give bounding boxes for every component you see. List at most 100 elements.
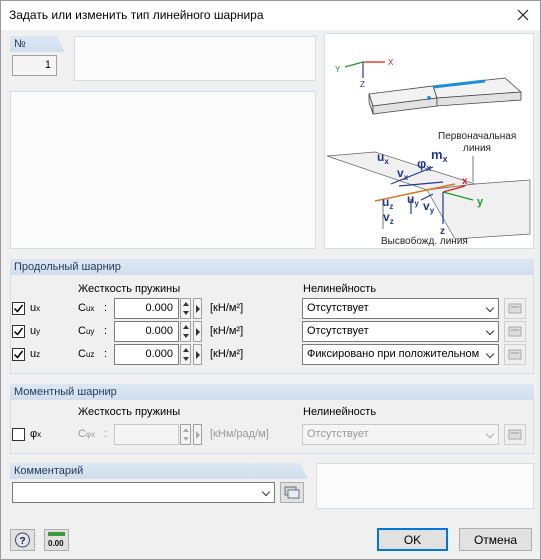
checkbox-uz[interactable]	[12, 348, 25, 361]
units-icon: 0.00	[48, 532, 65, 548]
chevron-down-icon	[485, 326, 495, 336]
coef-cux: Cux	[78, 302, 95, 314]
help-button[interactable]: ?	[10, 529, 35, 551]
unit-cphix: [кНм/рад/м]	[210, 428, 269, 440]
unit-cux: [кН/м²]	[210, 302, 244, 314]
comment-header: Комментарий	[10, 463, 308, 479]
number-label: №	[14, 38, 26, 50]
vz-sub: z	[390, 217, 394, 226]
svg-text:mx: mx	[431, 147, 448, 164]
number-field[interactable]: 1	[12, 55, 57, 76]
comment-side-area	[316, 463, 534, 509]
moment-header: Моментный шарнир	[10, 384, 534, 400]
vx-sub: x	[404, 173, 409, 182]
label-uz: uz	[30, 348, 41, 360]
stiffness-cphix-input[interactable]	[114, 424, 179, 445]
library-icon	[284, 486, 300, 499]
check-icon	[13, 350, 24, 359]
stiffness-cux-arrow[interactable]	[193, 298, 202, 319]
stiffness-cux-input[interactable]: 0.000	[114, 298, 179, 319]
nonlinearity-phix-select[interactable]: Отсутствует	[302, 424, 499, 445]
global-z-label: Z	[360, 80, 365, 89]
edit-nonlinearity-phix-button[interactable]	[504, 424, 526, 445]
longitudinal-title: Продольный шарнир	[14, 261, 121, 273]
edit-nonlinearity-uz-button[interactable]	[504, 344, 526, 365]
stiffness-cuy-spinner[interactable]	[180, 321, 191, 342]
comment-library-button[interactable]	[280, 482, 304, 503]
stiffness-cuz-spinner[interactable]	[180, 344, 191, 365]
comment-title: Комментарий	[14, 465, 84, 477]
stiffness-cuz-input[interactable]: 0.000	[114, 344, 179, 365]
stiffness-cphix-arrow[interactable]	[193, 424, 202, 445]
svg-text:vz: vz	[383, 210, 394, 226]
stiffness-cphix-spinner[interactable]	[180, 424, 191, 445]
uz-label: u	[382, 195, 389, 209]
window-title: Задать или изменить тип линейного шарнир…	[9, 8, 264, 22]
coef-cuy: Cuy	[78, 325, 95, 337]
close-icon[interactable]	[512, 4, 534, 26]
checkbox-ux[interactable]	[12, 302, 25, 315]
name-area	[74, 36, 316, 81]
checkbox-uy[interactable]	[12, 325, 25, 338]
chevron-down-icon	[485, 303, 495, 313]
released-line-label: Высвобожд. линия	[381, 235, 468, 247]
chevron-down-icon	[485, 429, 495, 439]
chevron-down-icon	[485, 349, 495, 359]
nonlinearity-uy-select[interactable]: Отсутствует	[302, 321, 499, 342]
nonlinearity-ux-select[interactable]: Отсутствует	[302, 298, 499, 319]
colon: :	[104, 325, 108, 337]
colon: :	[104, 302, 108, 314]
longitudinal-header: Продольный шарнир	[10, 259, 534, 275]
cancel-button[interactable]: Отмена	[459, 528, 532, 551]
coef-cuz: Cuz	[78, 348, 95, 360]
global-y-axis	[344, 61, 364, 68]
svg-text:ux: ux	[377, 150, 389, 166]
uz-sub: z	[389, 202, 393, 211]
checkbox-phix[interactable]	[12, 428, 25, 441]
svg-text:vy: vy	[423, 199, 435, 215]
label-phix: φx	[30, 428, 42, 440]
nonlinearity-uz-select[interactable]: Фиксировано при положительном	[302, 344, 499, 365]
unit-cuz: [кН/м²]	[210, 348, 244, 360]
svg-text:?: ?	[20, 536, 26, 547]
description-area	[10, 91, 316, 249]
title-bar: Задать или изменить тип линейного шарнир…	[1, 1, 540, 30]
stiffness-cuy-arrow[interactable]	[193, 321, 202, 342]
label-uy: uy	[30, 325, 41, 337]
initial-line-label-2: линия	[463, 143, 491, 154]
check-icon	[13, 304, 24, 313]
phix-label: φ	[417, 156, 426, 171]
stiffness-cuz-arrow[interactable]	[193, 344, 202, 365]
initial-line-label: Первоначальная	[438, 131, 516, 142]
colon: :	[104, 348, 108, 360]
edit-dialog-icon	[508, 326, 522, 337]
local-z-label: z	[440, 226, 445, 237]
vy-sub: y	[430, 206, 435, 215]
chevron-down-icon	[261, 487, 271, 497]
moment-title: Моментный шарнир	[14, 386, 117, 398]
edit-dialog-icon	[508, 349, 522, 360]
nonlinearity-header: Нелинейность	[303, 283, 377, 295]
ux-label: u	[377, 150, 384, 164]
label-ux: ux	[30, 302, 41, 314]
svg-text:φx: φx	[417, 156, 431, 173]
uy-label: u	[407, 192, 414, 206]
comment-select[interactable]	[12, 482, 275, 503]
ok-button[interactable]: OK	[377, 528, 448, 551]
stiffness-cuy-input[interactable]: 0.000	[114, 321, 179, 342]
phix-sub: x	[426, 163, 431, 173]
stiffness-cux-spinner[interactable]	[180, 298, 191, 319]
edit-nonlinearity-ux-button[interactable]	[504, 298, 526, 319]
global-x-label: X	[388, 58, 394, 67]
colon: :	[104, 428, 108, 440]
units-button[interactable]: 0.00	[44, 529, 69, 551]
uy-sub: y	[414, 199, 419, 208]
mx-sub: x	[443, 154, 448, 164]
stiffness-header: Жесткость пружины	[78, 283, 181, 295]
coef-cphix: Cφx	[78, 428, 96, 440]
hinge-diagram: X Y Z Первоначальная линия Высвобожд. ли…	[326, 58, 531, 247]
edit-nonlinearity-uy-button[interactable]	[504, 321, 526, 342]
unit-cuy: [кН/м²]	[210, 325, 244, 337]
number-header: №	[10, 36, 65, 52]
local-x-label: x	[462, 176, 468, 187]
